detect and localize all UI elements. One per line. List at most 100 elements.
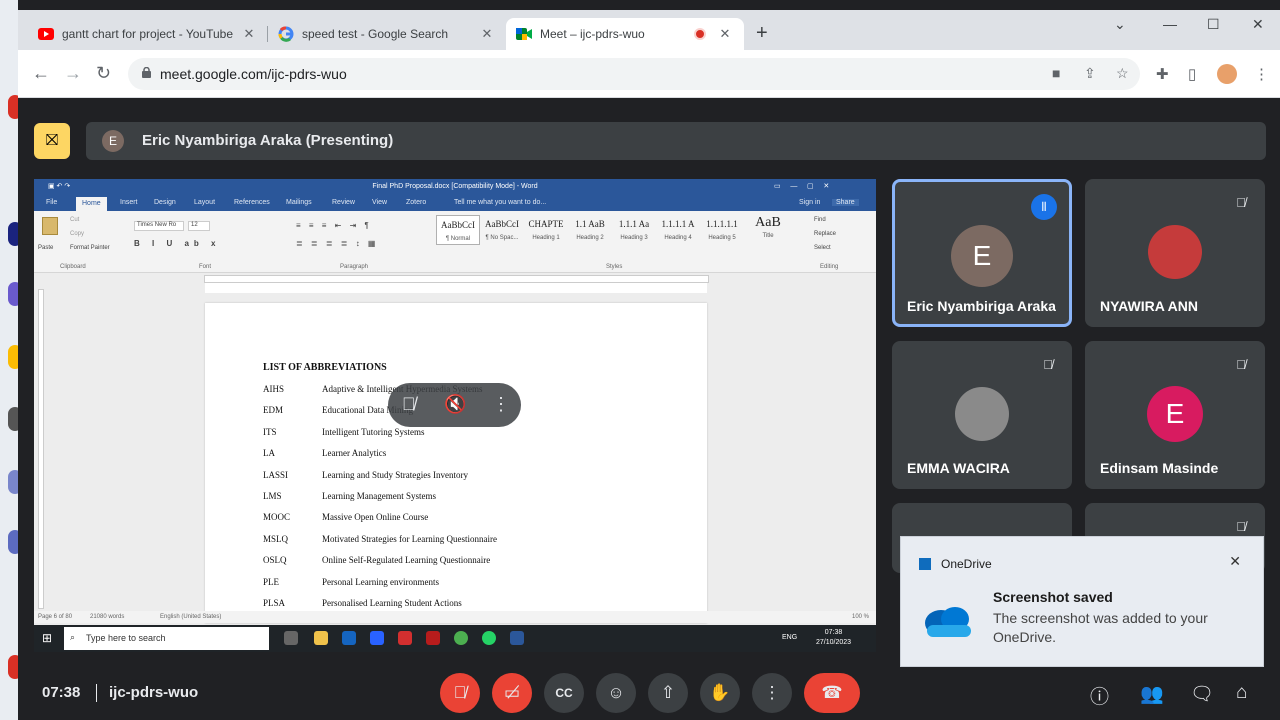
mic-toggle-button[interactable]: 🎙̸	[440, 673, 480, 713]
onedrive-cloud-icon	[925, 607, 971, 637]
tab-strip: gantt chart for project - YouTube ✕ spee…	[18, 10, 1280, 50]
alignment-icons: ≣ ≣ ≣ ≣ ↕ ▦	[296, 239, 379, 248]
present-screen-button[interactable]: ⇧	[648, 673, 688, 713]
group-label-styles: Styles	[606, 264, 623, 270]
emoji-reaction-button[interactable]: ☺	[596, 673, 636, 713]
tab-google-search[interactable]: speed test - Google Search ✕	[268, 18, 506, 50]
youtube-icon	[38, 26, 54, 42]
participant-tile[interactable]: 🎙̸ NYAWIRA ANN	[1085, 179, 1265, 327]
overlay-more-icon[interactable]: ⋮	[492, 394, 510, 415]
notification-body: The screenshot was added to your OneDriv…	[993, 610, 1208, 645]
format-painter-label: Format Painter	[70, 245, 110, 251]
mute-audio-icon[interactable]: 🔇	[444, 394, 466, 415]
raise-hand-button[interactable]: ✋	[700, 673, 740, 713]
acrobat-icon	[398, 631, 412, 645]
whatsapp-icon	[482, 631, 496, 645]
word-tab: Mailings	[286, 199, 312, 206]
abbreviation-definition: Learning and Study Strategies Inventory	[322, 469, 468, 480]
meeting-code: ijc-pdrs-wuo	[109, 684, 199, 701]
back-icon[interactable]: ←	[32, 64, 50, 82]
forward-icon[interactable]: →	[64, 64, 82, 82]
close-icon[interactable]: ✕	[1229, 553, 1241, 570]
activities-icon[interactable]: ⌂	[1236, 682, 1247, 704]
onedrive-notification[interactable]: OneDrive ✕ Screenshot saved The screensh…	[900, 536, 1264, 667]
style-heading-5: 1.1.1.1.1 Heading 5	[706, 219, 738, 241]
cut-label: Cut	[70, 217, 80, 223]
participant-tile[interactable]: E ⦀ Eric Nyambiriga Araka	[892, 179, 1072, 327]
participant-avatar: E	[1147, 386, 1203, 442]
style-normal: AaBbCcI ¶ Normal	[436, 215, 480, 245]
word-share: Share	[832, 199, 859, 206]
maximize-icon[interactable]: ☐	[1207, 16, 1220, 33]
profile-avatar[interactable]	[1217, 64, 1237, 84]
presenter-avatar: E	[102, 130, 124, 152]
presenter-bar: E Eric Nyambiriga Araka (Presenting)	[86, 122, 1266, 160]
tab-title: Meet – ijc-pdrs-wuo	[540, 27, 645, 41]
new-tab-icon[interactable]: +	[756, 23, 768, 43]
abbreviation: LA	[263, 448, 275, 459]
participant-name: NYAWIRA ANN	[1100, 298, 1199, 314]
close-tab-icon[interactable]: ✕	[716, 26, 734, 42]
abbreviation-definition: Massive Open Online Course	[322, 512, 429, 523]
recording-icon	[694, 28, 706, 40]
word-window-title: Final PhD Proposal.docx [Compatibility M…	[372, 183, 538, 190]
previous-page-edge	[205, 283, 707, 293]
presentation-icon[interactable]: ⛝	[34, 123, 70, 159]
bookmark-star-icon[interactable]: ☆	[1116, 65, 1129, 82]
side-panel-icon[interactable]: ▯	[1188, 65, 1196, 83]
mute-presenter-icon[interactable]: 🎙̸	[402, 394, 416, 415]
onedrive-app-icon	[919, 558, 931, 570]
windows-taskbar: ⊞ ⌕ Type here to search ENG 07:38 27/10/…	[34, 625, 876, 652]
share-icon[interactable]: ⇪	[1084, 65, 1096, 82]
taskbar-app-icon	[426, 631, 440, 645]
abbreviation: PLSA	[263, 598, 286, 608]
group-label-paragraph: Paragraph	[340, 264, 369, 270]
taskbar-time: 07:38	[824, 629, 843, 636]
captions-button[interactable]: CC	[544, 673, 584, 713]
close-window-icon[interactable]: ✕	[1252, 16, 1264, 33]
abbreviation-definition: Learning Management Systems	[322, 491, 436, 501]
participant-avatar	[1148, 225, 1202, 279]
style-title: AaB Title	[755, 215, 781, 239]
paragraph-icons: ≡ ≡ ≡ ⇤ ⇥ ¶	[296, 221, 372, 230]
word-tell-me: Tell me what you want to do...	[454, 199, 547, 206]
desktop-edge	[0, 0, 22, 720]
tab-youtube[interactable]: gantt chart for project - YouTube ✕	[28, 18, 268, 50]
tab-search-icon[interactable]: ⌄	[1114, 16, 1126, 33]
camera-icon[interactable]: ■	[1052, 65, 1060, 81]
font-size-box: 12	[188, 221, 210, 231]
word-sign-in: Sign in	[799, 199, 821, 206]
menu-icon[interactable]: ⋮	[1254, 65, 1269, 83]
word-tab: Zotero	[406, 199, 427, 206]
more-options-button[interactable]: ⋮	[752, 673, 792, 713]
participant-avatar	[955, 387, 1009, 441]
camera-toggle-button[interactable]: ▭̸	[492, 673, 532, 713]
participant-tile[interactable]: E 🎙̸ Edinsam Masinde	[1085, 341, 1265, 489]
zoom-app-icon	[370, 631, 384, 645]
word-ribbon-tabs: File Home Insert Design Layout Reference…	[34, 195, 876, 211]
participant-tile[interactable]: 🎙̸ EMMA WACIRA	[892, 341, 1072, 489]
style-heading-2: 1.1 AaB Heading 2	[575, 219, 605, 241]
taskbar-language: ENG	[782, 634, 798, 641]
minimize-icon[interactable]: —	[1163, 16, 1177, 32]
vertical-ruler	[38, 289, 44, 609]
close-tab-icon[interactable]: ✕	[240, 26, 258, 42]
desktop: gantt chart for project - YouTube ✕ spee…	[0, 0, 1280, 720]
document-page: LIST OF ABBREVIATIONS AIHS Adaptive & Int…	[205, 303, 707, 623]
chat-icon[interactable]: 🗨	[1190, 682, 1214, 706]
tab-title: gantt chart for project - YouTube	[62, 27, 233, 41]
close-tab-icon[interactable]: ✕	[478, 26, 496, 42]
tab-meet[interactable]: Meet – ijc-pdrs-wuo ✕	[506, 18, 744, 50]
meeting-time: 07:38	[42, 684, 81, 701]
reload-icon[interactable]: ↻	[96, 64, 111, 82]
meeting-info-icon[interactable]: ⓘ	[1090, 682, 1109, 709]
extensions-icon[interactable]: ✚	[1156, 65, 1169, 83]
address-bar[interactable]: meet.google.com/ijc-pdrs-wuo ■ ⇪ ☆	[128, 58, 1140, 90]
style-heading-4: 1.1.1.1 A Heading 4	[661, 219, 695, 241]
leave-call-button[interactable]: ☎	[804, 673, 860, 713]
word-title-bar: ▣ ↶ ↷ Final PhD Proposal.docx [Compatibi…	[34, 179, 876, 195]
abbreviation: OSLQ	[263, 555, 287, 566]
taskbar-search-text: Type here to search	[86, 633, 166, 643]
people-icon[interactable]: 👥	[1140, 682, 1164, 706]
abbreviation-definition: Learner Analytics	[322, 448, 387, 459]
